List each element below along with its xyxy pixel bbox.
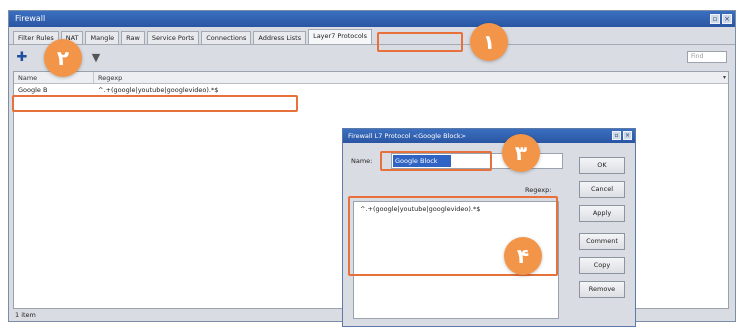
annotation-badge-1: ۱: [470, 23, 508, 61]
window-title: Firewall: [15, 14, 46, 23]
window-titlebar: Firewall ▫ ×: [9, 11, 735, 27]
remove-button[interactable]: Remove: [579, 281, 625, 298]
apply-button[interactable]: Apply: [579, 205, 625, 222]
chevron-down-icon[interactable]: ▾: [723, 74, 726, 81]
tab-mangle[interactable]: Mangle: [85, 31, 120, 44]
column-regexp[interactable]: Regexp: [94, 72, 728, 83]
tab-address-lists[interactable]: Address Lists: [253, 31, 307, 44]
tab-service-ports[interactable]: Service Ports: [146, 31, 200, 44]
tab-bar: Filter Rules NAT Mangle Raw Service Port…: [9, 29, 735, 45]
restore-icon[interactable]: ▫: [612, 131, 621, 140]
find-input[interactable]: Find: [687, 51, 727, 63]
close-icon[interactable]: ×: [722, 14, 732, 24]
annotation-badge-4: ۴: [504, 237, 542, 275]
dialog-titlebar: Firewall L7 Protocol <Google Block> ▫ ×: [343, 129, 635, 143]
highlight-layer7-tab: [377, 32, 463, 52]
close-icon[interactable]: ×: [623, 131, 632, 140]
tab-raw[interactable]: Raw: [121, 31, 145, 44]
ok-button[interactable]: OK: [579, 157, 625, 174]
comment-button[interactable]: Comment: [579, 233, 625, 250]
annotation-badge-3: ۳: [502, 134, 540, 172]
highlight-list-row: [12, 95, 298, 112]
name-label: Name:: [351, 157, 373, 165]
cancel-button[interactable]: Cancel: [579, 181, 625, 198]
regexp-label: Regexp:: [525, 186, 552, 194]
tab-connections[interactable]: Connections: [201, 31, 252, 44]
list-header: Name Regexp ▾: [14, 72, 728, 84]
dialog-title: Firewall L7 Protocol <Google Block>: [348, 132, 467, 140]
copy-button[interactable]: Copy: [579, 257, 625, 274]
annotation-badge-2: ۲: [44, 39, 82, 77]
tab-layer7-protocols[interactable]: Layer7 Protocols: [308, 29, 372, 44]
restore-icon[interactable]: ▫: [710, 14, 720, 24]
highlight-name-field: [380, 151, 492, 171]
plus-icon[interactable]: ✚: [15, 51, 29, 65]
toolbar: ✚ ▼: [9, 47, 735, 69]
filter-icon[interactable]: ▼: [89, 51, 103, 65]
